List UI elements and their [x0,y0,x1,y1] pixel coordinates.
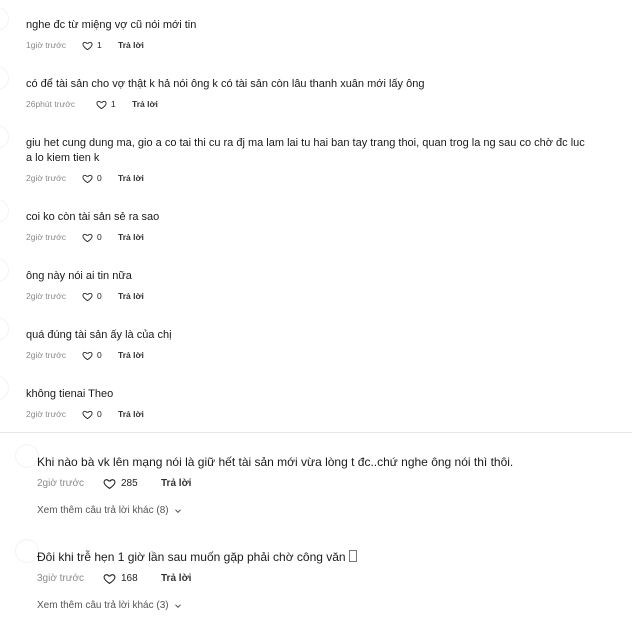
heart-outline-icon [103,573,116,584]
reply-time: 26phút trước [26,99,76,109]
reply-time: 2giờ trước [26,291,66,301]
like-count: 0 [97,350,102,360]
like-button[interactable]: 0 [82,291,118,302]
reply-time: 2giờ trước [26,409,66,419]
avatar [0,8,8,30]
comment-text: Khi nào bà vk lên mạng nói là giữ hết tà… [37,455,514,469]
reply-time: 2giờ trước [26,173,66,183]
avatar [0,126,8,148]
like-button[interactable]: 1 [82,40,118,51]
reply-text: coi ko còn tài sản sẻ ra sao [26,211,160,223]
avatar [0,318,8,340]
like-button[interactable]: 0 [82,350,118,361]
like-button[interactable]: 0 [82,409,118,420]
comment-item: Khi nào bà vk lên mạng nói là giữ hết tà… [37,454,624,490]
avatar [16,445,38,467]
heart-outline-icon [82,351,93,360]
like-count: 1 [111,99,116,109]
avatar [0,259,8,281]
like-button[interactable]: 285 [103,477,161,490]
heart-outline-icon [82,174,93,183]
reply-time: 2giờ trước [26,350,66,360]
chevron-down-icon [174,603,181,608]
reply-button[interactable]: Trả lời [118,350,144,360]
reply-item: giu het cung dung ma, gio a co tai thi c… [26,136,592,184]
view-more-replies-button[interactable]: Xem thêm câu trả lời khác (3) [37,600,183,611]
like-button[interactable]: 1 [96,99,132,110]
divider [0,432,632,433]
reply-text: giu het cung dung ma, gio a co tai thi c… [26,137,585,164]
unknown-glyph-icon [348,550,357,562]
reply-button[interactable]: Trả lời [118,232,144,242]
avatar [0,377,8,399]
like-count: 0 [97,291,102,301]
reply-item: có để tài sản cho vợ thật k hả nói ông k… [26,77,624,110]
reply-text: có để tài sản cho vợ thật k hả nói ông k… [26,78,425,90]
heart-outline-icon [82,233,93,242]
view-more-replies-button[interactable]: Xem thêm câu trả lời khác (8) [37,505,183,516]
like-count: 168 [121,572,138,584]
like-count: 0 [97,232,102,242]
reply-time: 1giờ trước [26,40,66,50]
reply-text: ông này nói ai tin nữa [26,270,132,282]
reply-item: ông này nói ai tin nữa 2giờ trước 0 Trả … [26,269,624,302]
comment-time: 3giờ trước [37,572,85,584]
reply-text: không tienai Theo [26,388,114,400]
like-count: 0 [97,409,102,419]
chevron-down-icon [174,508,181,513]
comment-text: Đôi khi trễ hẹn 1 giờ lần sau muốn gặp p… [37,550,346,564]
reply-button[interactable]: Trả lời [118,173,144,183]
reply-text: nghe đc từ miệng vợ cũ nói mới tin [26,19,197,31]
like-button[interactable]: 0 [82,173,118,184]
reply-button[interactable]: Trả lời [132,99,158,109]
like-count: 1 [97,40,102,50]
reply-text: quá đúng tài sản ấy là của chị [26,329,172,341]
avatar [0,67,8,89]
reply-item: quá đúng tài sản ấy là của chị 2giờ trướ… [26,328,624,361]
avatar [16,540,38,562]
reply-item: nghe đc từ miệng vợ cũ nói mới tin 1giờ … [26,18,624,51]
like-count: 0 [97,173,102,183]
heart-outline-icon [103,478,116,489]
comment-time: 2giờ trước [37,477,85,489]
like-button[interactable]: 0 [82,232,118,243]
heart-outline-icon [82,410,93,419]
reply-button[interactable]: Trả lời [161,573,191,584]
reply-button[interactable]: Trả lời [118,40,144,50]
reply-button[interactable]: Trả lời [118,409,144,419]
reply-button[interactable]: Trả lời [118,291,144,301]
reply-item: coi ko còn tài sản sẻ ra sao 2giờ trước … [26,210,624,243]
heart-outline-icon [82,292,93,301]
reply-time: 2giờ trước [26,232,66,242]
reply-item: không tienai Theo 2giờ trước 0 Trả lời [26,387,624,420]
heart-outline-icon [96,100,107,109]
like-count: 285 [121,477,138,489]
reply-button[interactable]: Trả lời [161,478,191,489]
view-more-replies-label: Xem thêm câu trả lời khác (8) [37,505,169,516]
view-more-replies-label: Xem thêm câu trả lời khác (3) [37,600,169,611]
avatar [0,200,8,222]
heart-outline-icon [82,41,93,50]
like-button[interactable]: 168 [103,572,161,585]
comment-item: Đôi khi trễ hẹn 1 giờ lần sau muốn gặp p… [37,549,624,585]
